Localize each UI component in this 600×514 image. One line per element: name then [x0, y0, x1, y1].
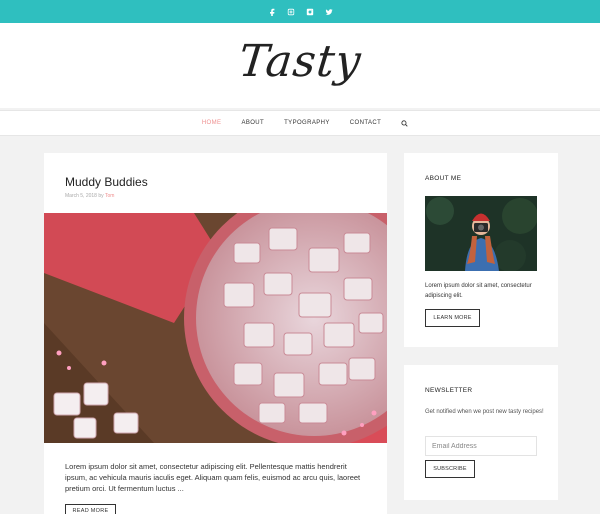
nav-item-about[interactable]: ABOUT [241, 120, 264, 126]
muddy-buddies-photo [44, 213, 387, 443]
post-by: by [98, 193, 104, 199]
about-photo [425, 196, 537, 271]
twitter-icon[interactable] [324, 7, 333, 16]
nav-item-home[interactable]: HOME [202, 120, 222, 126]
post-card: Muddy Buddies March 5, 2018 by Tom Lorem… [44, 153, 387, 514]
post-excerpt: Lorem ipsum dolor sit amet, consectetur … [65, 462, 361, 493]
instagram-icon[interactable] [286, 7, 295, 16]
subscribe-button[interactable]: SUBSCRIBE [425, 460, 475, 478]
instagram-alt-icon[interactable] [305, 7, 314, 16]
site-logo[interactable]: Tasty [236, 36, 364, 87]
main-nav: HOME ABOUT TYPOGRAPHY CONTACT [0, 110, 600, 136]
facebook-icon[interactable] [267, 7, 276, 16]
newsletter-widget: NEWSLETTER Get notified when we post new… [404, 365, 558, 500]
social-bar [0, 0, 600, 23]
newsletter-title: NEWSLETTER [425, 387, 473, 394]
post-image[interactable] [44, 213, 387, 443]
post-title[interactable]: Muddy Buddies [65, 175, 148, 189]
about-text: Lorem ipsum dolor sit amet, consectetur … [425, 283, 532, 299]
post-author[interactable]: Tom [105, 193, 114, 199]
learn-more-button[interactable]: LEARN MORE [425, 309, 480, 327]
email-field[interactable] [425, 436, 537, 456]
photographer-photo [425, 196, 537, 271]
about-widget: ABOUT ME Lorem ipsum dolor sit amet, con… [404, 153, 558, 347]
newsletter-text: Get notified when we post new tasty reci… [425, 409, 544, 415]
nav-item-typography[interactable]: TYPOGRAPHY [284, 120, 330, 126]
about-title: ABOUT ME [425, 175, 462, 182]
post-meta: March 5, 2018 by Tom [65, 193, 114, 199]
search-icon[interactable] [401, 119, 408, 127]
post-date: March 5, 2018 [65, 193, 97, 199]
read-more-button[interactable]: READ MORE [65, 504, 116, 514]
site-header: Tasty [0, 23, 600, 108]
nav-item-contact[interactable]: CONTACT [350, 120, 381, 126]
